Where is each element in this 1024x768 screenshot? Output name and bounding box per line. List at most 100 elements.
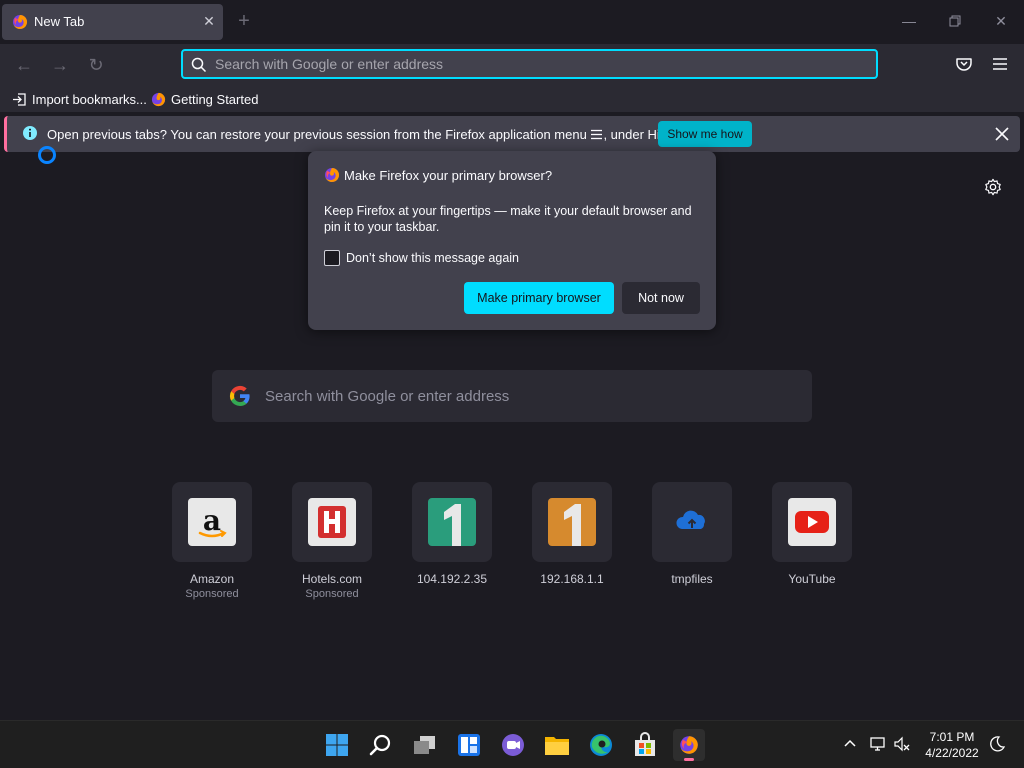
- teams-chat-icon: [502, 734, 524, 756]
- notification-message: Open previous tabs? You can restore your…: [47, 127, 691, 142]
- clock-date: 4/22/2022: [925, 746, 979, 760]
- firefox-icon: [680, 736, 698, 754]
- top-site-name: tmpfiles: [671, 572, 713, 586]
- back-arrow-icon[interactable]: ←: [12, 53, 36, 77]
- address-bar[interactable]: [181, 49, 878, 79]
- start-button[interactable]: [321, 729, 353, 761]
- forward-arrow-icon[interactable]: →: [48, 53, 72, 77]
- number-one-icon: [548, 498, 596, 546]
- top-site-tile[interactable]: [772, 482, 852, 562]
- file-explorer-button[interactable]: [541, 729, 573, 761]
- tab-strip: New Tab ✕ + — ✕: [0, 0, 1024, 44]
- chevron-up-icon[interactable]: [841, 735, 859, 753]
- top-site-name: Hotels.com: [301, 572, 363, 586]
- windows-logo-icon: [326, 734, 348, 756]
- cloud-icon: [668, 498, 716, 546]
- system-clock[interactable]: 7:01 PM 4/22/2022: [920, 729, 984, 761]
- top-site-tmpfiles[interactable]: tmpfiles: [652, 482, 732, 586]
- firefox-icon: [325, 167, 340, 182]
- navigation-toolbar: ← → ↻: [0, 44, 1024, 86]
- clock-time: 7:01 PM: [929, 730, 975, 744]
- top-site-tile[interactable]: [412, 482, 492, 562]
- content-search-placeholder: Search with Google or enter address: [265, 388, 510, 405]
- top-site-192-168-1-1[interactable]: 192.168.1.1: [532, 482, 612, 586]
- folder-icon: [545, 737, 569, 755]
- store-icon: [635, 732, 655, 756]
- store-button[interactable]: [629, 729, 661, 761]
- content-search-box[interactable]: Search with Google or enter address: [212, 370, 812, 422]
- top-site-amazon[interactable]: a Amazon Sponsored: [172, 482, 252, 600]
- top-site-name: YouTube: [788, 572, 836, 586]
- svg-text:a: a: [203, 504, 221, 537]
- tab-close-icon[interactable]: ✕: [201, 13, 217, 29]
- restore-icon[interactable]: [944, 10, 966, 32]
- notification-title: Open previous tabs?: [47, 127, 167, 142]
- top-site-youtube[interactable]: YouTube: [772, 482, 852, 586]
- network-icon[interactable]: [869, 735, 887, 753]
- top-site-tile[interactable]: [292, 482, 372, 562]
- number-one-icon: [428, 498, 476, 546]
- hamburger-menu-icon[interactable]: [990, 54, 1010, 74]
- top-site-hotels[interactable]: Hotels.com Sponsored: [292, 482, 372, 600]
- task-view-button[interactable]: [409, 729, 441, 761]
- hotels-icon: [308, 498, 356, 546]
- info-icon: [23, 126, 37, 140]
- bookmark-import-label: Import bookmarks...: [32, 91, 147, 107]
- popup-title: Make Firefox your primary browser?: [344, 168, 553, 183]
- make-primary-browser-button[interactable]: Make primary browser: [464, 282, 614, 314]
- widgets-button[interactable]: [453, 729, 485, 761]
- session-restore-notification: Open previous tabs? You can restore your…: [4, 116, 1020, 152]
- top-site-sponsored-label: Sponsored: [305, 588, 359, 600]
- youtube-icon: [788, 498, 836, 546]
- new-tab-plus-icon[interactable]: +: [234, 11, 254, 31]
- firefox-icon: [13, 14, 28, 29]
- show-me-how-button[interactable]: Show me how: [658, 121, 752, 147]
- top-site-name: 104.192.2.35: [416, 572, 488, 586]
- import-icon: [13, 92, 26, 106]
- edge-icon: [590, 734, 612, 756]
- running-indicator: [684, 758, 694, 761]
- widgets-icon: [458, 734, 480, 756]
- search-icon: [191, 57, 207, 73]
- tab-title: New Tab: [34, 14, 85, 29]
- reload-icon[interactable]: ↻: [84, 53, 108, 77]
- search-icon: [369, 734, 391, 756]
- default-browser-popup: Make Firefox your primary browser? Keep …: [308, 151, 716, 330]
- top-site-tile[interactable]: [532, 482, 612, 562]
- edge-button[interactable]: [585, 729, 617, 761]
- windows-taskbar: 7:01 PM 4/22/2022: [0, 720, 1024, 768]
- not-now-button[interactable]: Not now: [622, 282, 700, 314]
- task-view-icon: [414, 736, 435, 754]
- notification-body: You can restore your previous session fr…: [170, 127, 587, 142]
- dont-show-again-label[interactable]: Don’t show this message again: [346, 251, 519, 265]
- tab-new-tab[interactable]: New Tab ✕: [2, 4, 223, 40]
- top-site-104-192-2-35[interactable]: 104.192.2.35: [412, 482, 492, 586]
- top-site-sponsored-label: Sponsored: [185, 588, 239, 600]
- top-site-tile[interactable]: a: [172, 482, 252, 562]
- moon-icon[interactable]: [988, 735, 1006, 753]
- pocket-icon[interactable]: [954, 54, 974, 74]
- firefox-icon: [151, 92, 166, 106]
- bookmark-import[interactable]: Import bookmarks...: [12, 90, 147, 108]
- taskbar-search-button[interactable]: [365, 729, 397, 761]
- gear-icon[interactable]: [984, 178, 1002, 196]
- app-menu-icon: [591, 129, 603, 140]
- google-icon: [229, 385, 250, 407]
- close-window-icon[interactable]: ✕: [990, 10, 1012, 32]
- top-site-name: Amazon: [189, 572, 235, 586]
- firefox-taskbar-button[interactable]: [673, 729, 705, 761]
- amazon-icon: a: [188, 498, 236, 546]
- popup-message: Keep Firefox at your fingertips — make i…: [324, 204, 692, 234]
- busy-cursor: [38, 146, 56, 164]
- chat-button[interactable]: [497, 729, 529, 761]
- dont-show-again-checkbox[interactable]: [324, 250, 340, 266]
- top-site-tile[interactable]: [652, 482, 732, 562]
- address-input[interactable]: [215, 54, 855, 74]
- bookmark-getting-started-label: Getting Started: [171, 91, 259, 107]
- bookmark-getting-started[interactable]: Getting Started: [151, 90, 258, 108]
- bookmarks-toolbar: Import bookmarks... Getting Started: [0, 86, 1024, 112]
- volume-muted-icon[interactable]: [893, 735, 911, 753]
- minimize-icon[interactable]: —: [898, 10, 920, 32]
- top-site-name: 192.168.1.1: [540, 572, 604, 586]
- close-icon[interactable]: [993, 125, 1011, 143]
